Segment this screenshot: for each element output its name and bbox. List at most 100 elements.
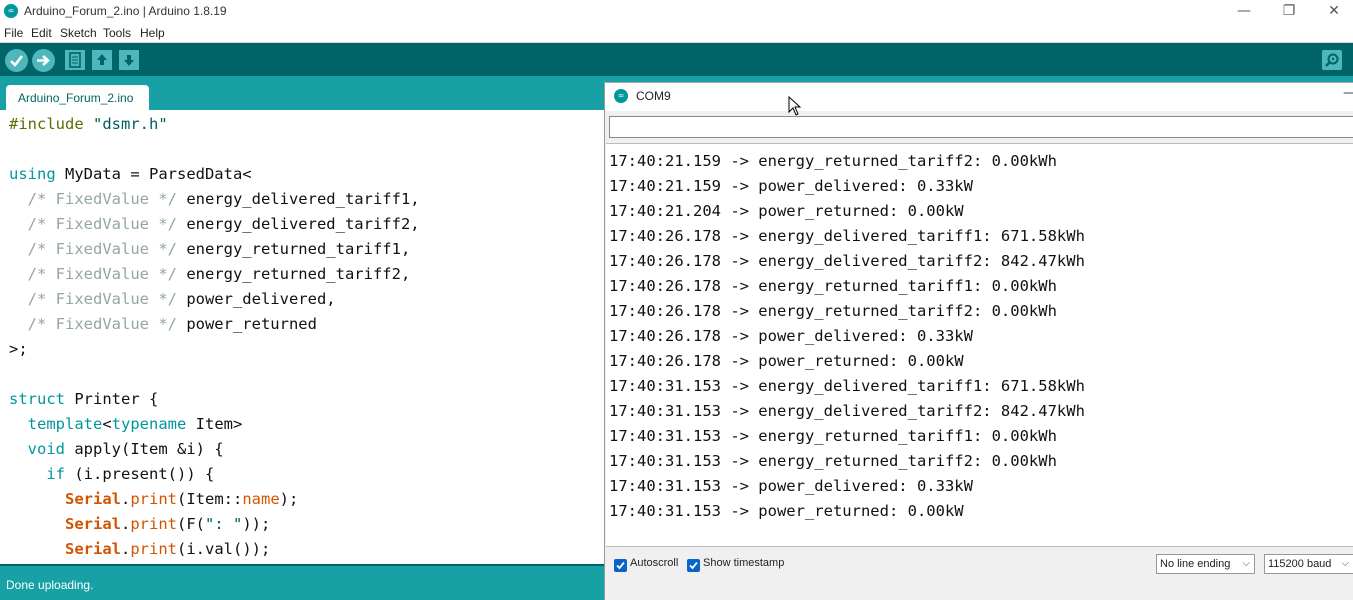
code-line: struct Printer { [9,387,158,412]
arduino-logo-icon: ∞ [4,4,18,18]
code-token: )); [242,515,271,533]
code-token: print [130,540,178,558]
code-token: apply(Item &i) { [65,440,224,458]
new-icon [69,52,81,68]
code-token: . [121,490,131,508]
code-token: (i.val()); [177,540,271,558]
code-token: /* FixedValue */ [27,215,177,233]
code-token: power_delivered, [176,290,336,308]
show-timestamp-label: Show timestamp [703,557,785,569]
serial-output-line: 17:40:31.153 -> energy_delivered_tariff1… [609,377,1085,395]
code-token: Serial [65,515,121,533]
code-token: Serial [65,540,121,558]
code-line: /* FixedValue */ energy_delivered_tariff… [9,187,420,212]
serial-output-line: 17:40:26.178 -> energy_returned_tariff1:… [609,277,1057,295]
upload-button[interactable] [32,49,55,72]
code-line: using MyData = ParsedData< [9,162,252,187]
code-token: using [9,165,56,183]
baud-rate-select[interactable]: 115200 baud ⌵ [1264,554,1353,574]
code-token: . [121,540,131,558]
code-token: /* FixedValue */ [27,290,177,308]
autoscroll-checkbox[interactable] [614,559,627,572]
code-token: if [46,465,65,483]
window-title-bar: ∞ Arduino_Forum_2.ino | Arduino 1.8.19 —… [0,0,1353,24]
code-token: void [27,440,65,458]
code-token: (Item:: [177,490,243,508]
menu-tools[interactable]: Tools [103,26,131,40]
open-icon [97,54,107,65]
mouse-cursor-icon [788,96,802,116]
check-icon [689,561,698,570]
minimize-button[interactable]: — [1221,0,1267,24]
code-token: typename [111,415,187,433]
line-ending-value: No line ending [1160,558,1231,570]
code-line: template<typename Item> [9,412,243,437]
serial-output-line: 17:40:21.159 -> power_delivered: 0.33kW [609,177,973,195]
code-token: MyData = ParsedData< [55,165,252,183]
code-token: /* FixedValue */ [27,240,177,258]
serial-monitor-window: ∞ COM9 — 17:40:21.159 -> energy_returned… [604,82,1353,600]
menu-file[interactable]: File [4,26,23,40]
menu-help[interactable]: Help [140,26,165,40]
code-token: print [130,490,178,508]
code-line: >; [9,337,28,362]
code-line: Serial.print(i.val()); [9,537,270,562]
autoscroll-label: Autoscroll [630,557,679,569]
code-line: #include "dsmr.h" [9,112,168,137]
serial-output[interactable]: 17:40:21.159 -> energy_returned_tariff2:… [606,143,1353,547]
verify-button[interactable] [5,49,28,72]
toolbar [0,43,1353,76]
serial-output-line: 17:40:26.178 -> energy_returned_tariff2:… [609,302,1057,320]
code-token: Item> [186,415,243,433]
code-token: . [121,515,131,533]
code-token: print [130,515,178,533]
serial-output-line: 17:40:26.178 -> power_returned: 0.00kW [609,352,964,370]
code-token: Serial [65,490,121,508]
serial-output-line: 17:40:31.153 -> energy_returned_tariff2:… [609,452,1057,470]
code-line: void apply(Item &i) { [9,437,224,462]
menu-edit[interactable]: Edit [31,26,52,40]
code-line: /* FixedValue */ energy_returned_tariff1… [9,237,411,262]
chevron-down-icon: ⌵ [1341,558,1349,569]
check-icon [616,561,625,570]
tab-sketch[interactable]: Arduino_Forum_2.ino [6,85,149,110]
code-token: (F( [177,515,206,533]
close-button[interactable]: ✕ [1311,0,1353,24]
code-token: /* FixedValue */ [27,265,177,283]
serial-monitor-title-bar[interactable]: ∞ COM9 — [605,83,1353,111]
menu-sketch[interactable]: Sketch [60,26,97,40]
status-bar: Done uploading. [0,566,606,600]
serial-send-input[interactable] [609,116,1353,138]
code-token: ": " [205,515,243,533]
maximize-button[interactable]: ❐ [1266,0,1312,24]
code-line: /* FixedValue */ power_returned [9,312,317,337]
code-token: power_returned [176,315,317,333]
serial-bottom-bar: Autoscroll Show timestamp No line ending… [605,548,1353,600]
serial-minimize-button[interactable]: — [1343,85,1353,101]
serial-output-line: 17:40:26.178 -> power_delivered: 0.33kW [609,327,973,345]
tab-label: Arduino_Forum_2.ino [18,91,134,105]
code-token: energy_delivered_tariff2, [176,215,420,233]
serial-output-line: 17:40:31.153 -> power_returned: 0.00kW [609,502,964,520]
code-token: energy_delivered_tariff1, [176,190,420,208]
serial-monitor-button[interactable] [1322,50,1342,70]
open-sketch-button[interactable] [92,50,112,70]
save-sketch-button[interactable] [119,50,139,70]
save-icon [124,55,134,66]
code-token: struct [9,390,65,408]
new-sketch-button[interactable] [65,50,85,70]
code-editor[interactable]: #include "dsmr.h" using MyData = ParsedD… [0,110,606,564]
code-token: template [27,415,103,433]
code-token: >; [9,340,28,358]
show-timestamp-checkbox[interactable] [687,559,700,572]
upload-icon [37,55,50,66]
line-ending-select[interactable]: No line ending ⌵ [1156,554,1255,574]
code-token: Printer { [65,390,159,408]
code-token: "dsmr.h" [93,115,168,133]
serial-output-line: 17:40:21.204 -> power_returned: 0.00kW [609,202,964,220]
status-message: Done uploading. [6,578,94,592]
menu-bar: File Edit Sketch Tools Help [0,24,1353,43]
code-token: energy_returned_tariff2, [176,265,411,283]
window-title: Arduino_Forum_2.ino | Arduino 1.8.19 [24,4,227,18]
